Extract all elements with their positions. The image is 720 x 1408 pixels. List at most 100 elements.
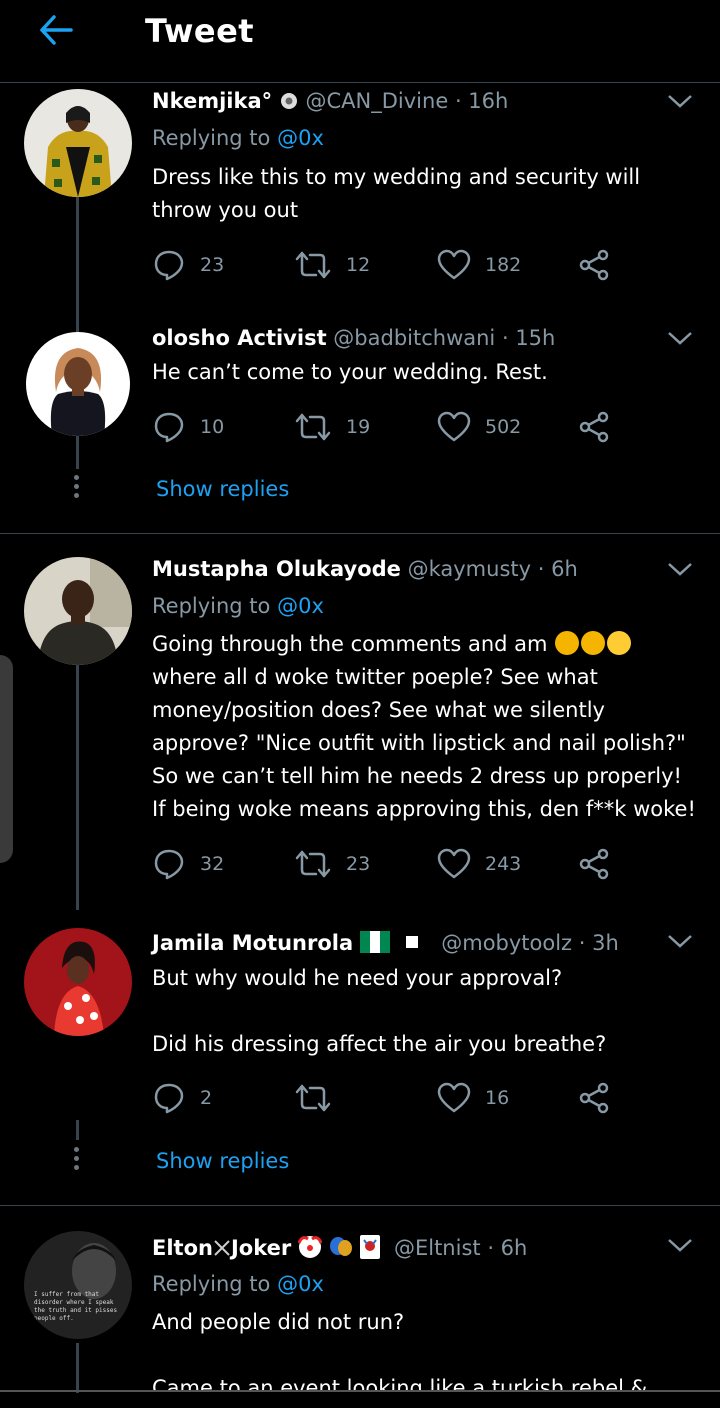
share-icon: [579, 249, 609, 281]
thread-line: [76, 1120, 79, 1140]
avatar[interactable]: [26, 332, 130, 436]
thread-line: [76, 665, 79, 910]
timestamp: · 6h: [537, 557, 578, 581]
like-button[interactable]: 502: [437, 407, 521, 447]
tweet-header: Jamila Motunrola @mobytoolz · 3h: [152, 931, 619, 955]
avatar[interactable]: I suffer from that disorder where I spea…: [24, 1231, 132, 1339]
reply-icon: [154, 412, 184, 443]
tweet-header: Mustapha Olukayode @kaymusty · 6h: [152, 557, 578, 581]
replying-to: Replying to @0x: [152, 126, 324, 150]
like-button[interactable]: 182: [437, 245, 521, 285]
tweet-actions: 32 23 243: [152, 844, 632, 884]
tweet-actions: 2 16: [152, 1078, 632, 1118]
tweet-text: But why would he need your approval?: [152, 966, 563, 990]
divider: [0, 533, 720, 534]
retweet-icon: [295, 850, 331, 878]
avatar[interactable]: [24, 89, 132, 197]
like-button[interactable]: 243: [437, 844, 521, 884]
timestamp: · 15h: [501, 326, 556, 350]
retweet-icon: [295, 251, 331, 279]
retweet-button[interactable]: [294, 1078, 346, 1118]
heart-icon: [437, 1082, 471, 1113]
mention-link[interactable]: @0x: [277, 126, 324, 150]
top-bar: Tweet: [0, 0, 720, 83]
share-button[interactable]: [577, 407, 611, 447]
white-square-icon: [397, 931, 421, 955]
replying-to: Replying to @0x: [152, 1272, 324, 1296]
display-name[interactable]: Elton: [152, 1236, 213, 1260]
retweet-icon: [295, 1084, 331, 1112]
tweet-text: Going through the comments and am where …: [152, 631, 696, 821]
tweet-text: And people did not run?: [152, 1310, 405, 1334]
reply-button[interactable]: 32: [152, 844, 224, 884]
tweet-text: Dress like this to my wedding and securi…: [152, 165, 641, 222]
show-replies-link[interactable]: Show replies: [156, 1149, 289, 1173]
timestamp: · 6h: [487, 1236, 528, 1260]
handle[interactable]: @mobytoolz: [441, 931, 572, 955]
mention-link[interactable]: @0x: [277, 1272, 324, 1296]
reply-icon: [154, 250, 184, 281]
chevron-down-icon[interactable]: [666, 92, 694, 110]
display-name[interactable]: Nkemjika: [152, 89, 262, 113]
reply-icon: [154, 1083, 184, 1114]
heart-icon: [437, 411, 471, 442]
show-replies-link[interactable]: Show replies: [156, 477, 289, 501]
chevron-down-icon[interactable]: [666, 1236, 694, 1254]
more-replies-dots: [74, 1147, 80, 1174]
handle[interactable]: @badbitchwani: [333, 326, 495, 350]
tweet-header: Elton Joker @Eltnist · 6h: [152, 1234, 527, 1260]
heart-icon: [437, 249, 471, 280]
display-name-b: Joker: [230, 1236, 292, 1260]
tweet-actions: 23 12 182: [152, 245, 632, 285]
back-arrow-icon[interactable]: [36, 10, 76, 50]
nigeria-flag-icon: [359, 931, 390, 955]
tweet-header: olosho Activist @badbitchwani · 15h: [152, 326, 555, 350]
more-replies-dots: [74, 475, 80, 502]
share-icon: [579, 1082, 609, 1114]
timestamp: · 3h: [578, 931, 619, 955]
masks-emoji-icon: [329, 1236, 353, 1260]
share-button[interactable]: [577, 1078, 611, 1118]
share-icon: [579, 848, 609, 880]
display-name[interactable]: Jamila Motunrola: [152, 931, 353, 955]
replying-to: Replying to @0x: [152, 594, 324, 618]
chevron-down-icon[interactable]: [666, 560, 694, 578]
clown-emoji-icon: [297, 1236, 323, 1260]
joker-card-emoji-icon: [359, 1235, 381, 1260]
like-button[interactable]: 16: [437, 1078, 509, 1118]
retweet-button[interactable]: 19: [294, 407, 370, 447]
tweet-header: Nkemjika° @CAN_Divine · 16h: [152, 89, 508, 113]
avatar-caption: I suffer from that disorder where I spea…: [34, 1291, 118, 1322]
share-icon: [579, 411, 609, 443]
handle[interactable]: @CAN_Divine: [306, 89, 449, 113]
tweet-text: Did his dressing affect the air you brea…: [152, 1032, 607, 1056]
reply-button[interactable]: 2: [152, 1078, 212, 1118]
share-button[interactable]: [577, 245, 611, 285]
bottom-divider: [0, 1390, 720, 1392]
avatar[interactable]: [24, 928, 132, 1036]
avatar[interactable]: [24, 557, 132, 665]
share-button[interactable]: [577, 844, 611, 884]
heart-icon: [437, 848, 471, 879]
timestamp: · 16h: [454, 89, 509, 113]
retweet-icon: [295, 413, 331, 441]
chevron-down-icon[interactable]: [666, 932, 694, 950]
flushed-face-emoji-icon: [607, 631, 632, 655]
woman-emoji-icon: [581, 631, 606, 655]
handle[interactable]: @kaymusty: [408, 557, 531, 581]
tweet-text: He can’t come to your wedding. Rest.: [152, 360, 548, 384]
crossed-swords-icon: [213, 1236, 231, 1260]
retweet-button[interactable]: 12: [294, 245, 370, 285]
retweet-button[interactable]: 23: [294, 844, 370, 884]
name-suffix: °: [261, 89, 273, 113]
display-name[interactable]: Mustapha Olukayode: [152, 557, 401, 581]
reply-button[interactable]: 23: [152, 245, 224, 285]
handle[interactable]: @Eltnist: [394, 1236, 481, 1260]
mention-link[interactable]: @0x: [277, 594, 324, 618]
display-name[interactable]: olosho Activist: [152, 326, 327, 350]
reply-button[interactable]: 10: [152, 407, 224, 447]
facepalm-emoji-icon: [555, 631, 580, 655]
scroll-handle[interactable]: [0, 655, 13, 863]
chevron-down-icon[interactable]: [666, 329, 694, 347]
flower-icon: [279, 89, 299, 113]
